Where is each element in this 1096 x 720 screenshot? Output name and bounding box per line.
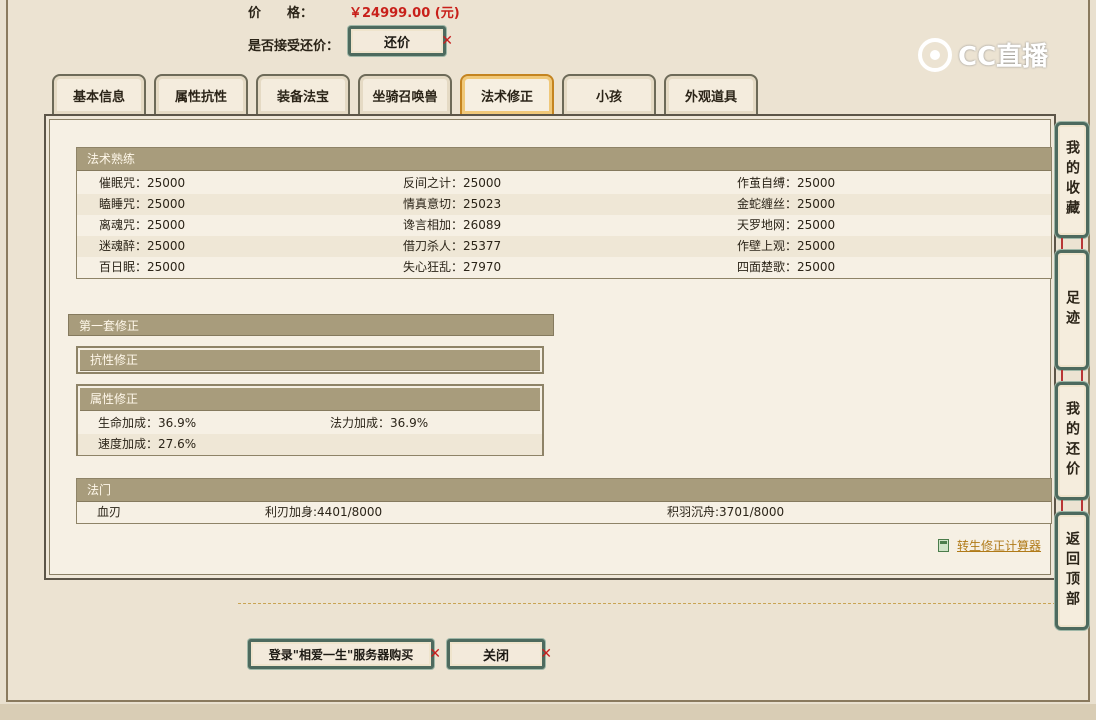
fa-men-cell: 积羽沉舟:3701/8000 [667,505,785,519]
accept-counter-offer-label: 是否接受还价： [248,39,340,54]
side-back-to-top[interactable]: 返回顶部 [1055,512,1089,630]
attr-modifier-box: 属性修正 生命加成：36.9% 法力加成：36.9% 速度加成：27.6% [76,384,544,456]
tab-mounts-pets[interactable]: 坐骑召唤兽 [358,74,452,114]
fa-men-cell: 利刃加身:4401/8000 [265,505,383,519]
skill-cell: 迷魂醉：25000 [77,236,397,257]
side-my-counter-offers[interactable]: 我的还价 [1055,382,1089,500]
tab-label: 小孩 [595,89,622,105]
price-value: ￥24999.00 (元) [349,6,460,21]
skill-cell: 催眠咒：25000 [99,176,186,190]
calculator-link-text: 转生修正计算器 [957,539,1042,553]
cc-logo-icon [918,37,952,72]
counter-offer-label: 还价 [383,35,410,51]
close-x-icon: ✕ [429,646,441,662]
tab-label: 基本信息 [72,89,125,105]
side-my-favorites[interactable]: 我的收藏 [1055,122,1089,238]
close-button[interactable]: 关闭 ✕ [447,639,552,669]
skill-cell: 四面楚歌：25000 [737,260,836,274]
skill-cell: 离魂咒：25000 [99,218,186,232]
tab-label: 装备法宝 [276,89,329,105]
tab-label: 法术修正 [480,89,533,105]
login-buy-button[interactable]: 登录"相爱一生"服务器购买 ✕ [248,639,441,669]
counter-offer-button[interactable]: 还价 ✕ [348,26,453,56]
skill-cell: 反间之计：25000 [403,176,502,190]
skill-cell: 情真意切：25023 [397,194,731,215]
skill-cell: 百日眠：25000 [99,260,186,274]
attr-modifier-title: 属性修正 [80,388,540,411]
tab-children[interactable]: 小孩 [562,74,656,114]
attr-cell: 生命加成：36.9% [98,416,197,430]
side-label: 我的还价 [1064,401,1080,481]
rebirth-calculator-link[interactable]: 转生修正计算器 [938,537,1041,554]
attr-cell: 速度加成：27.6% [78,434,310,455]
skill-cell: 天罗地网：25000 [737,218,836,232]
tab-attributes[interactable]: 属性抗性 [154,74,248,114]
bottom-strip [0,704,1096,720]
tab-spell-modifiers[interactable]: 法术修正 [460,74,554,114]
rope-knot [1061,238,1083,250]
fa-men-title: 法门 [77,479,1051,502]
resist-modifier-title: 抗性修正 [80,350,540,371]
side-label: 我的收藏 [1064,140,1080,220]
rope-knot [1061,500,1083,512]
skill-cell: 作茧自缚：25000 [737,176,836,190]
tab-label: 坐骑召唤兽 [372,89,438,105]
side-footprints[interactable]: 足迹 [1055,250,1089,370]
fa-men-box: 法门 血刃 利刃加身:4401/8000 积羽沉舟:3701/8000 [76,478,1052,524]
spell-mastery-title: 法术熟练 [77,148,1051,171]
tab-bar: 基本信息 属性抗性 装备法宝 坐骑召唤兽 法术修正 小孩 外观道具 [52,74,758,114]
side-label: 返回顶部 [1064,531,1080,611]
resist-modifier-box: 抗性修正 [76,346,544,374]
skill-cell: 谗言相加：26089 [403,218,502,232]
close-x-icon: ✕ [441,33,453,49]
skill-cell: 金蛇缠丝：25000 [731,194,1051,215]
attr-cell: 法力加成：36.9% [330,416,429,430]
tab-appearance-items[interactable]: 外观道具 [664,74,758,114]
skill-cell: 借刀杀人：25377 [397,236,731,257]
close-x-icon: ✕ [540,646,552,662]
spell-mastery-box: 法术熟练 催眠咒：25000 反间之计：25000 作茧自缚：25000 瞌睡咒… [76,147,1052,279]
skill-cell: 失心狂乱：27970 [403,260,502,274]
rope-knot [1061,370,1083,382]
tab-equipment[interactable]: 装备法宝 [256,74,350,114]
skill-cell: 作壁上观：25000 [731,236,1051,257]
tab-label: 外观道具 [684,89,737,105]
close-label: 关闭 [482,648,509,664]
dashed-divider [238,603,1056,604]
logo-text: CC直播 [958,42,1049,72]
login-buy-label: 登录"相爱一生"服务器购买 [268,647,414,662]
price-label: 价 格： [248,6,314,21]
tab-label: 属性抗性 [174,89,227,105]
modifier-set-title: 第一套修正 [68,314,554,336]
side-label: 足迹 [1064,290,1080,330]
cc-live-logo: CC直播 [918,36,1048,73]
calculator-icon [938,539,949,552]
attr-cell [310,434,542,455]
tab-basic-info[interactable]: 基本信息 [52,74,146,114]
fa-men-cell: 血刃 [97,505,122,519]
skill-cell: 瞌睡咒：25000 [77,194,397,215]
